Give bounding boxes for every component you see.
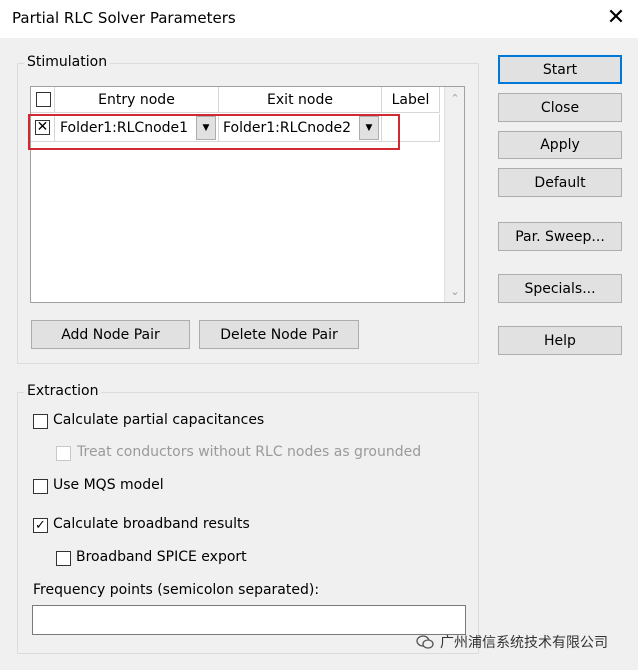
treat-grounded-checkbox [56, 446, 71, 461]
start-button[interactable]: Start [498, 55, 622, 84]
specials-button[interactable]: Specials... [498, 274, 622, 303]
extraction-group-label: Extraction [24, 383, 102, 399]
delete-node-pair-button[interactable]: Delete Node Pair [199, 320, 359, 349]
par-sweep-button[interactable]: Par. Sweep... [498, 222, 622, 251]
entry-node-header[interactable]: Entry node [55, 87, 219, 113]
close-window-icon[interactable]: ✕ [604, 6, 628, 30]
partial-capacitances-label[interactable]: Calculate partial capacitances [53, 412, 264, 428]
table-scrollbar[interactable]: ⌃ ⌄ [444, 87, 464, 302]
exit-node-header[interactable]: Exit node [219, 87, 382, 113]
select-all-checkbox[interactable] [36, 92, 51, 107]
frequency-points-label: Frequency points (semicolon separated): [33, 582, 320, 598]
close-button[interactable]: Close [498, 93, 622, 122]
watermark: 广州浦信系统技术有限公司 [416, 632, 608, 652]
spice-export-label[interactable]: Broadband SPICE export [76, 549, 247, 565]
add-node-pair-button[interactable]: Add Node Pair [31, 320, 190, 349]
select-all-header[interactable] [31, 87, 55, 113]
treat-grounded-label: Treat conductors without RLC nodes as gr… [77, 444, 422, 460]
scroll-down-icon[interactable]: ⌄ [445, 282, 465, 300]
scroll-up-icon[interactable]: ⌃ [445, 89, 465, 107]
help-button[interactable]: Help [498, 326, 622, 355]
broadband-results-label[interactable]: Calculate broadband results [53, 516, 250, 532]
window-title: Partial RLC Solver Parameters [12, 9, 236, 27]
spice-export-checkbox[interactable] [56, 551, 71, 566]
stimulation-group-label: Stimulation [24, 54, 111, 70]
highlight-annotation [28, 114, 400, 150]
wechat-icon [416, 635, 434, 649]
frequency-points-input[interactable] [32, 605, 466, 635]
mqs-model-label[interactable]: Use MQS model [53, 477, 164, 493]
broadband-results-checkbox[interactable]: ✓ [33, 518, 48, 533]
apply-button[interactable]: Apply [498, 131, 622, 159]
default-button[interactable]: Default [498, 168, 622, 197]
partial-capacitances-checkbox[interactable] [33, 414, 48, 429]
watermark-text: 广州浦信系统技术有限公司 [440, 635, 608, 651]
label-header[interactable]: Label [382, 87, 440, 113]
title-bar: Partial RLC Solver Parameters ✕ [0, 0, 638, 38]
mqs-model-checkbox[interactable] [33, 479, 48, 494]
